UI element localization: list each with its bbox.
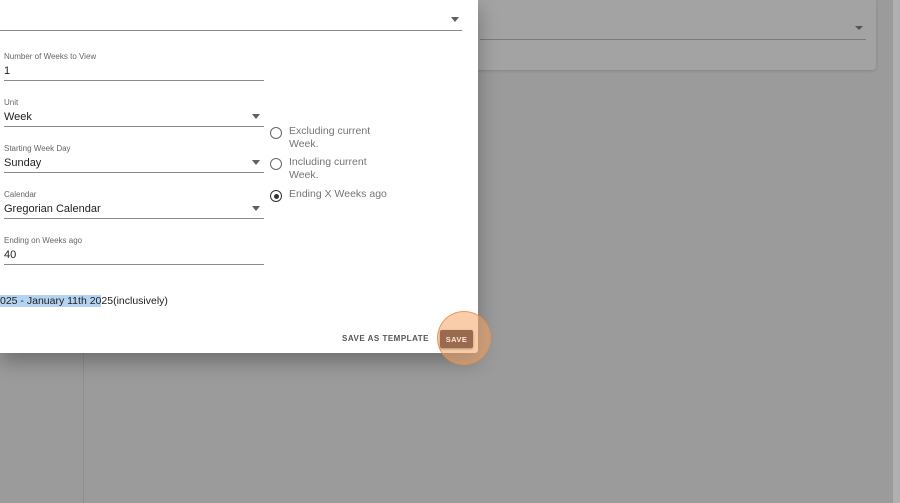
- starting-week-day-select[interactable]: Starting Week Day Sunday: [4, 144, 264, 174]
- save-button[interactable]: SAVE: [440, 330, 473, 348]
- field-value[interactable]: Week: [4, 111, 32, 123]
- field-label: Unit: [4, 98, 19, 107]
- ending-weeks-ago-field[interactable]: Ending on Weeks ago 40: [4, 236, 264, 266]
- chevron-down-icon[interactable]: [252, 160, 260, 165]
- radio-excluding-current-week[interactable]: Excluding current Week.: [270, 125, 381, 151]
- radio-button[interactable]: [270, 158, 282, 170]
- selected-text: 025 - January 11th 20: [0, 295, 102, 307]
- field-value[interactable]: Gregorian Calendar: [4, 203, 101, 215]
- radio-button[interactable]: [270, 127, 282, 139]
- background-chevron-down-icon: [855, 26, 863, 30]
- radio-ending-x-weeks-ago[interactable]: Ending X Weeks ago: [270, 188, 409, 202]
- field-label: Calendar: [4, 190, 37, 199]
- weeks-to-view-field[interactable]: Number of Weeks to View 1: [4, 52, 264, 82]
- field-label: Starting Week Day: [4, 144, 71, 153]
- field-value[interactable]: 1: [4, 65, 10, 77]
- field-value[interactable]: Sunday: [4, 157, 41, 169]
- page-scrollbar[interactable]: [893, 0, 900, 503]
- date-range-rest: 25(inclusively): [101, 295, 168, 307]
- save-as-template-button[interactable]: SAVE AS TEMPLATE: [336, 332, 435, 345]
- background-select-underline: [480, 39, 866, 40]
- radio-label: Ending X Weeks ago: [289, 188, 387, 200]
- report-settings-dialog: Number of Weeks to View 1 Unit Week Star…: [0, 0, 478, 353]
- radio-including-current-week[interactable]: Including current Week.: [270, 156, 381, 182]
- field-underline: [4, 126, 264, 127]
- field-underline: [4, 264, 264, 265]
- chevron-down-icon[interactable]: [451, 17, 459, 22]
- field-label: Number of Weeks to View: [4, 52, 97, 61]
- top-select-underline[interactable]: [0, 30, 462, 31]
- field-label: Ending on Weeks ago: [4, 236, 83, 245]
- chevron-down-icon[interactable]: [252, 206, 260, 211]
- radio-label: Including current Week.: [289, 156, 367, 181]
- background-divider: [83, 353, 84, 503]
- field-value[interactable]: 40: [4, 249, 16, 261]
- field-underline: [4, 172, 264, 173]
- radio-button-selected[interactable]: [270, 190, 282, 202]
- radio-label: Excluding current Week.: [289, 125, 371, 150]
- unit-select[interactable]: Unit Week: [4, 98, 264, 128]
- field-underline: [4, 80, 264, 81]
- date-range-summary: 025 - January 11th 2025(inclusively): [0, 295, 168, 307]
- chevron-down-icon[interactable]: [252, 114, 260, 119]
- field-underline: [4, 218, 264, 219]
- calendar-select[interactable]: Calendar Gregorian Calendar: [4, 190, 264, 220]
